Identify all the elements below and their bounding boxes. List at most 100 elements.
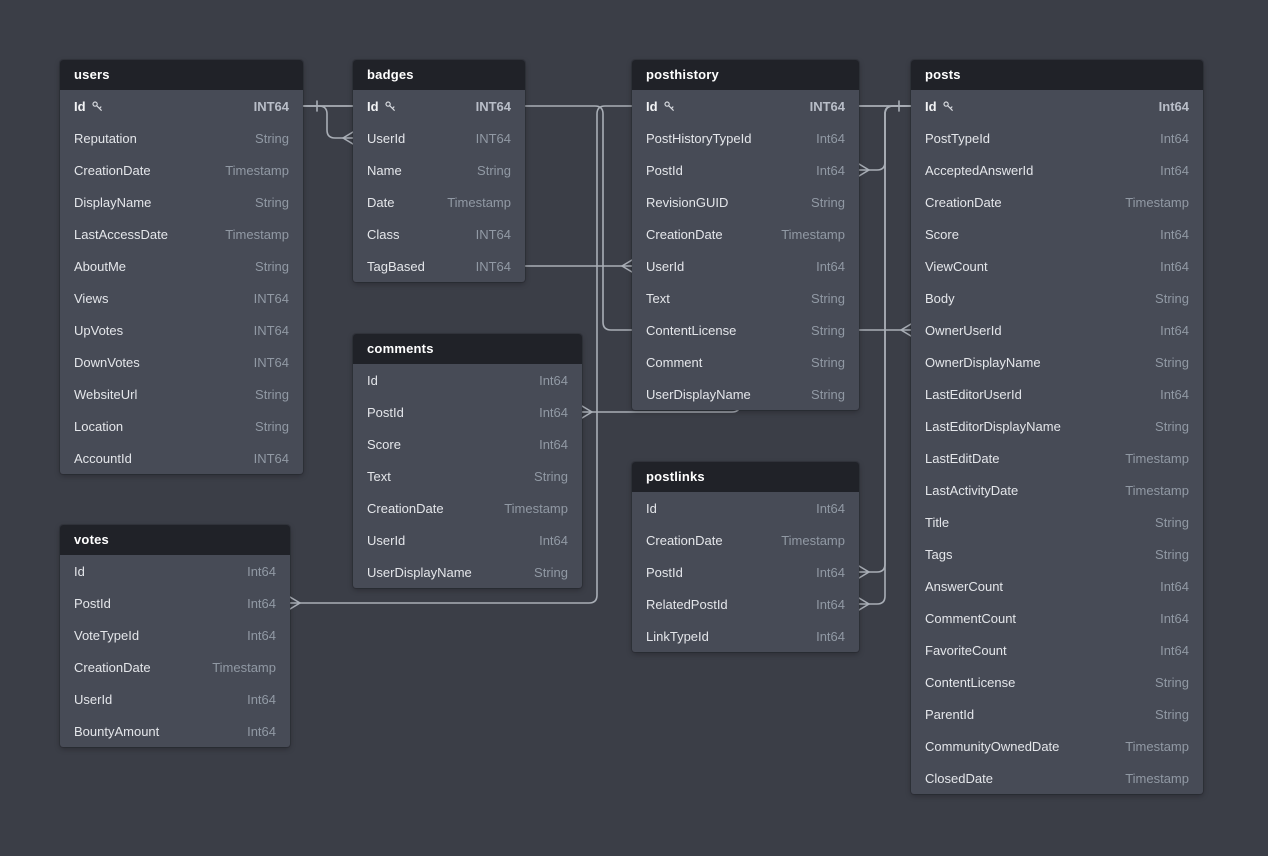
- field-row-users-CreationDate[interactable]: CreationDateTimestamp: [60, 154, 303, 186]
- field-row-postlinks-Id[interactable]: IdInt64: [632, 492, 859, 524]
- field-row-posthistory-Comment[interactable]: CommentString: [632, 346, 859, 378]
- table-header-users[interactable]: users: [60, 60, 303, 90]
- field-row-posts-CreationDate[interactable]: CreationDateTimestamp: [911, 186, 1203, 218]
- field-name: CreationDate: [74, 660, 151, 675]
- field-row-postlinks-PostId[interactable]: PostIdInt64: [632, 556, 859, 588]
- table-users[interactable]: users IdINT64ReputationStringCreationDat…: [60, 60, 303, 474]
- field-row-posts-LastEditorDisplayName[interactable]: LastEditorDisplayNameString: [911, 410, 1203, 442]
- field-type: Timestamp: [486, 501, 568, 516]
- field-type: INT64: [458, 227, 511, 242]
- table-header-postlinks[interactable]: postlinks: [632, 462, 859, 492]
- field-row-posthistory-PostId[interactable]: PostIdInt64: [632, 154, 859, 186]
- field-row-posthistory-UserDisplayName[interactable]: UserDisplayNameString: [632, 378, 859, 410]
- field-row-users-Id[interactable]: IdINT64: [60, 90, 303, 122]
- table-header-posthistory[interactable]: posthistory: [632, 60, 859, 90]
- field-name: UserId: [367, 131, 405, 146]
- field-row-users-Reputation[interactable]: ReputationString: [60, 122, 303, 154]
- field-row-posts-Title[interactable]: TitleString: [911, 506, 1203, 538]
- field-row-users-AccountId[interactable]: AccountIdINT64: [60, 442, 303, 474]
- field-row-posts-PostTypeId[interactable]: PostTypeIdInt64: [911, 122, 1203, 154]
- field-row-postlinks-CreationDate[interactable]: CreationDateTimestamp: [632, 524, 859, 556]
- field-row-votes-Id[interactable]: IdInt64: [60, 555, 290, 587]
- field-name: Id: [367, 373, 378, 388]
- field-row-posts-ClosedDate[interactable]: ClosedDateTimestamp: [911, 762, 1203, 794]
- field-row-posts-OwnerDisplayName[interactable]: OwnerDisplayNameString: [911, 346, 1203, 378]
- field-row-posthistory-PostHistoryTypeId[interactable]: PostHistoryTypeIdInt64: [632, 122, 859, 154]
- field-row-votes-BountyAmount[interactable]: BountyAmountInt64: [60, 715, 290, 747]
- field-row-postlinks-RelatedPostId[interactable]: RelatedPostIdInt64: [632, 588, 859, 620]
- field-row-posts-LastEditorUserId[interactable]: LastEditorUserIdInt64: [911, 378, 1203, 410]
- field-row-users-Views[interactable]: ViewsINT64: [60, 282, 303, 314]
- field-row-posthistory-Id[interactable]: IdINT64: [632, 90, 859, 122]
- field-type: Int64: [229, 692, 276, 707]
- field-type: Int64: [1142, 259, 1189, 274]
- field-row-posthistory-CreationDate[interactable]: CreationDateTimestamp: [632, 218, 859, 250]
- field-row-users-WebsiteUrl[interactable]: WebsiteUrlString: [60, 378, 303, 410]
- field-row-badges-TagBased[interactable]: TagBasedINT64: [353, 250, 525, 282]
- field-row-posts-Id[interactable]: IdInt64: [911, 90, 1203, 122]
- field-row-posts-FavoriteCount[interactable]: FavoriteCountInt64: [911, 634, 1203, 666]
- field-row-users-Location[interactable]: LocationString: [60, 410, 303, 442]
- field-row-users-AboutMe[interactable]: AboutMeString: [60, 250, 303, 282]
- diagram-canvas[interactable]: users IdINT64ReputationStringCreationDat…: [0, 0, 1268, 856]
- field-row-badges-Id[interactable]: IdINT64: [353, 90, 525, 122]
- field-row-users-UpVotes[interactable]: UpVotesINT64: [60, 314, 303, 346]
- table-title: users: [74, 67, 110, 82]
- field-row-posts-Body[interactable]: BodyString: [911, 282, 1203, 314]
- field-row-posts-CommentCount[interactable]: CommentCountInt64: [911, 602, 1203, 634]
- field-type: INT64: [236, 323, 289, 338]
- relationship-postlinks.RelatedPostId-posts.Id[interactable]: [859, 106, 911, 610]
- table-votes[interactable]: votes IdInt64PostIdInt64VoteTypeIdInt64C…: [60, 525, 290, 747]
- field-row-posthistory-Text[interactable]: TextString: [632, 282, 859, 314]
- table-posts[interactable]: posts IdInt64PostTypeIdInt64AcceptedAnsw…: [911, 60, 1203, 794]
- field-row-comments-Id[interactable]: IdInt64: [353, 364, 582, 396]
- field-row-comments-Text[interactable]: TextString: [353, 460, 582, 492]
- field-row-posts-OwnerUserId[interactable]: OwnerUserIdInt64: [911, 314, 1203, 346]
- field-name: TagBased: [367, 259, 425, 274]
- field-row-votes-UserId[interactable]: UserIdInt64: [60, 683, 290, 715]
- field-type: String: [793, 195, 845, 210]
- table-header-badges[interactable]: badges: [353, 60, 525, 90]
- field-row-posts-LastEditDate[interactable]: LastEditDateTimestamp: [911, 442, 1203, 474]
- field-row-posts-ContentLicense[interactable]: ContentLicenseString: [911, 666, 1203, 698]
- field-row-posts-Tags[interactable]: TagsString: [911, 538, 1203, 570]
- field-row-posts-Score[interactable]: ScoreInt64: [911, 218, 1203, 250]
- field-row-postlinks-LinkTypeId[interactable]: LinkTypeIdInt64: [632, 620, 859, 652]
- relationship-users.Id-badges.UserId[interactable]: [303, 101, 353, 144]
- table-posthistory[interactable]: posthistory IdINT64PostHistoryTypeIdInt6…: [632, 60, 859, 410]
- field-row-comments-CreationDate[interactable]: CreationDateTimestamp: [353, 492, 582, 524]
- field-row-posthistory-RevisionGUID[interactable]: RevisionGUIDString: [632, 186, 859, 218]
- field-row-badges-UserId[interactable]: UserIdINT64: [353, 122, 525, 154]
- field-row-comments-Score[interactable]: ScoreInt64: [353, 428, 582, 460]
- table-badges[interactable]: badges IdINT64UserIdINT64NameStringDateT…: [353, 60, 525, 282]
- field-row-posthistory-ContentLicense[interactable]: ContentLicenseString: [632, 314, 859, 346]
- field-row-posts-AcceptedAnswerId[interactable]: AcceptedAnswerIdInt64: [911, 154, 1203, 186]
- field-row-comments-UserDisplayName[interactable]: UserDisplayNameString: [353, 556, 582, 588]
- field-row-badges-Class[interactable]: Class INT64: [353, 218, 525, 250]
- table-header-posts[interactable]: posts: [911, 60, 1203, 90]
- field-row-posts-CommunityOwnedDate[interactable]: CommunityOwnedDateTimestamp: [911, 730, 1203, 762]
- field-row-posts-ParentId[interactable]: ParentIdString: [911, 698, 1203, 730]
- field-name: UserId: [367, 533, 405, 548]
- field-row-comments-UserId[interactable]: UserIdInt64: [353, 524, 582, 556]
- table-header-votes[interactable]: votes: [60, 525, 290, 555]
- field-name: Class: [367, 227, 400, 242]
- field-row-votes-PostId[interactable]: PostIdInt64: [60, 587, 290, 619]
- field-row-users-LastAccessDate[interactable]: LastAccessDateTimestamp: [60, 218, 303, 250]
- table-comments[interactable]: comments IdInt64PostIdInt64ScoreInt64Tex…: [353, 334, 582, 588]
- table-postlinks[interactable]: postlinks IdInt64CreationDateTimestampPo…: [632, 462, 859, 652]
- field-row-badges-Name[interactable]: NameString: [353, 154, 525, 186]
- field-type: String: [1137, 707, 1189, 722]
- field-row-comments-PostId[interactable]: PostIdInt64: [353, 396, 582, 428]
- table-header-comments[interactable]: comments: [353, 334, 582, 364]
- field-row-users-DownVotes[interactable]: DownVotesINT64: [60, 346, 303, 378]
- field-row-posts-AnswerCount[interactable]: AnswerCountInt64: [911, 570, 1203, 602]
- field-type: Int64: [798, 131, 845, 146]
- field-row-posts-LastActivityDate[interactable]: LastActivityDateTimestamp: [911, 474, 1203, 506]
- field-row-votes-VoteTypeId[interactable]: VoteTypeIdInt64: [60, 619, 290, 651]
- field-row-users-DisplayName[interactable]: DisplayNameString: [60, 186, 303, 218]
- field-row-posthistory-UserId[interactable]: UserIdInt64: [632, 250, 859, 282]
- field-row-votes-CreationDate[interactable]: CreationDateTimestamp: [60, 651, 290, 683]
- field-row-badges-Date[interactable]: DateTimestamp: [353, 186, 525, 218]
- field-row-posts-ViewCount[interactable]: ViewCountInt64: [911, 250, 1203, 282]
